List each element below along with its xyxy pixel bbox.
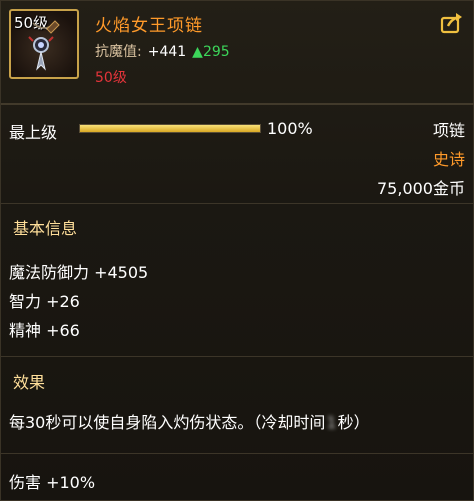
item-icon-frame[interactable]: 50级 [9,9,79,79]
basic-info-title: 基本信息 [13,219,78,238]
upgrade-label: 最上级 [9,123,58,142]
item-rarity: 史诗 [432,150,465,169]
effect-damage: 伤害 +10% [9,473,96,492]
upgrade-progress-fill [80,125,260,132]
item-tooltip-panel: 50级 火焰女王项链 抗魔值: +441 ▲295 50级 最上级 100% 项… [0,0,474,501]
effect-description: 每30秒可以使自身陷入灼伤状态。（冷却时间1秒） [9,409,370,433]
stat-value: +441 [147,44,187,60]
stat-increase: ▲295 [192,44,230,60]
meta-divider [1,203,474,204]
stat-label: 抗魔值: [95,44,142,60]
effect-divider [1,453,474,454]
required-level: 50级 [95,70,127,86]
anti-magic-stat: 抗魔值: +441 ▲295 [95,41,230,61]
item-type: 项链 [432,121,465,140]
header-divider [1,103,474,105]
attribute-spirit: 精神 +66 [9,321,80,340]
share-arrow-icon [440,13,462,34]
effect-cooldown-obscured: 1 [326,413,337,432]
effect-title: 效果 [13,373,46,392]
item-name: 火焰女王项链 [95,16,203,36]
attributes-divider [1,356,474,357]
upgrade-percent: 100% [267,119,313,138]
share-button[interactable] [439,11,465,35]
attribute-magic-defense: 魔法防御力 +4505 [9,263,149,282]
necklace-icon [28,20,60,71]
effect-description-prefix: 每30秒可以使自身陷入灼伤状态。（冷却时间 [9,413,326,432]
upgrade-progress-bar [79,124,261,133]
item-header: 50级 火焰女王项链 抗魔值: +441 ▲295 50级 [1,1,474,93]
attribute-intelligence: 智力 +26 [9,292,80,311]
effect-description-suffix: 秒） [337,413,370,432]
item-price: 75,000金币 [377,179,465,198]
